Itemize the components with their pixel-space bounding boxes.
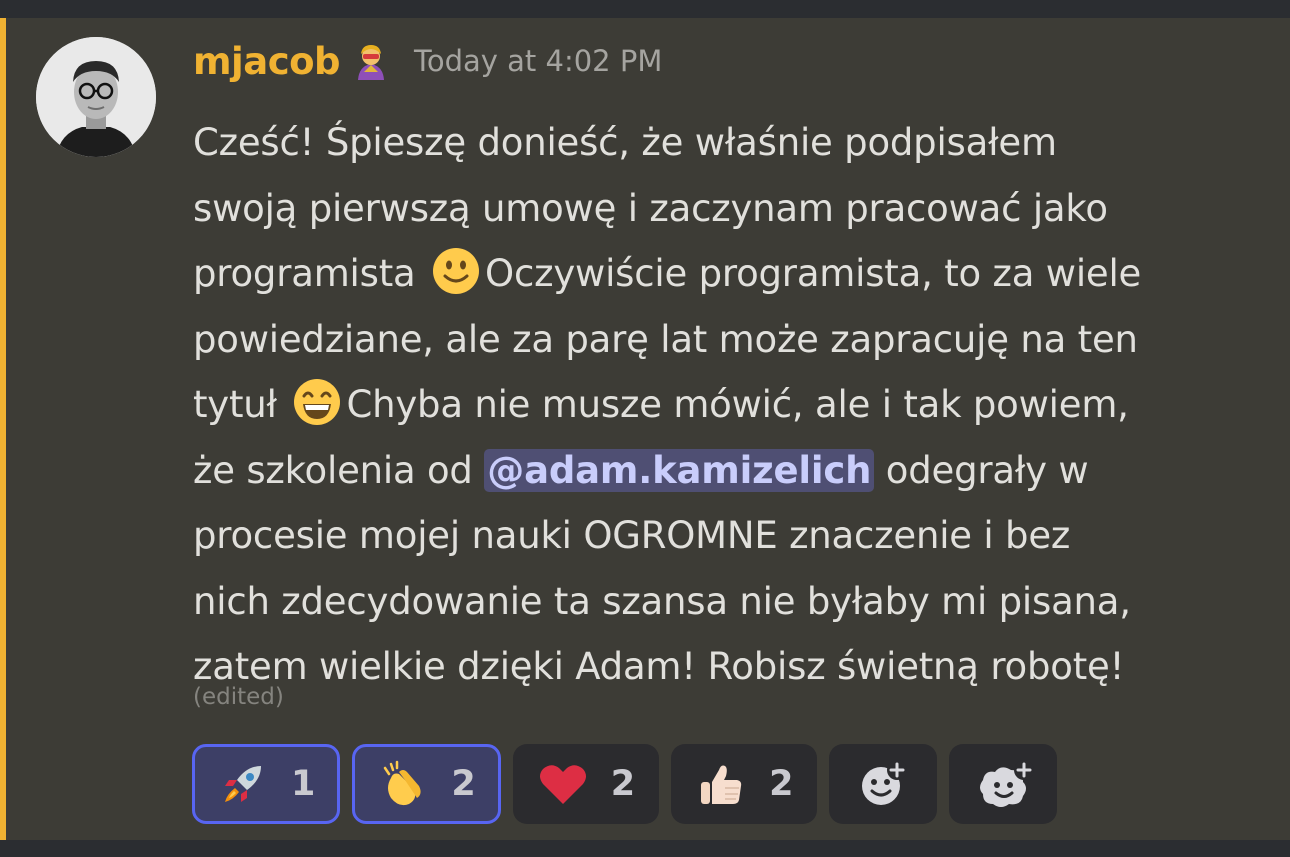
super-reaction-icon	[977, 758, 1035, 810]
reaction-heart[interactable]: 2	[512, 744, 660, 824]
message-line: tytuł Chyba nie musze mówić, ale i tak p…	[193, 372, 1273, 438]
message-line: że szkolenia od @adam.kamizelich odegrał…	[193, 448, 1089, 492]
avatar[interactable]	[36, 37, 156, 157]
message-line: swoją pierwszą umowę i zaczynam pracować…	[193, 186, 1108, 230]
reaction-count: 2	[451, 764, 476, 804]
message-line: zatem wielkie dzięki Adam! Robisz świetn…	[193, 645, 1125, 688]
message-line: Cześć! Śpieszę donieść, że właśnie podpi…	[193, 121, 1057, 164]
edited-label: (edited)	[193, 684, 284, 710]
superhero-emoji-icon	[354, 42, 388, 80]
message-line: nich zdecydowanie ta szansa nie byłaby m…	[193, 579, 1131, 623]
reaction-count: 2	[769, 764, 794, 804]
reaction-clap[interactable]: 2	[352, 744, 501, 824]
message-line: programista Oczywiście programista, to z…	[193, 241, 1273, 307]
reaction-count: 2	[610, 764, 636, 804]
reactions-bar: 1 2 2 2	[192, 744, 1058, 824]
message-content: Cześć! Śpieszę donieść, że właśnie podpi…	[193, 110, 1273, 700]
clapping-hands-icon	[377, 758, 429, 810]
slightly-smiling-face-icon	[431, 246, 481, 296]
grinning-face-icon	[292, 377, 342, 427]
username[interactable]: mjacob	[193, 40, 341, 83]
reaction-count: 1	[291, 764, 316, 804]
add-reaction-button[interactable]	[829, 744, 938, 824]
reaction-thumbs-up[interactable]: 2	[671, 744, 818, 824]
rocket-icon	[217, 758, 269, 810]
message-timestamp[interactable]: Today at 4:02 PM	[414, 44, 662, 78]
thumbs-up-icon	[695, 758, 747, 810]
reaction-rocket[interactable]: 1	[192, 744, 341, 824]
add-emoji-icon	[857, 758, 909, 810]
mention-highlight-bar	[0, 18, 6, 840]
message-container[interactable]: mjacob Today at 4:02 PM Cześć! Śpieszę d…	[0, 18, 1290, 840]
message-line: procesie mojej nauki OGROMNE znaczenie i…	[193, 514, 1071, 557]
message-header: mjacob Today at 4:02 PM	[193, 39, 662, 83]
add-super-reaction-button[interactable]	[949, 744, 1058, 824]
user-mention[interactable]: @adam.kamizelich	[484, 448, 875, 492]
red-heart-icon	[537, 758, 589, 810]
message-line: powiedziane, ale za parę lat może zaprac…	[193, 317, 1138, 361]
